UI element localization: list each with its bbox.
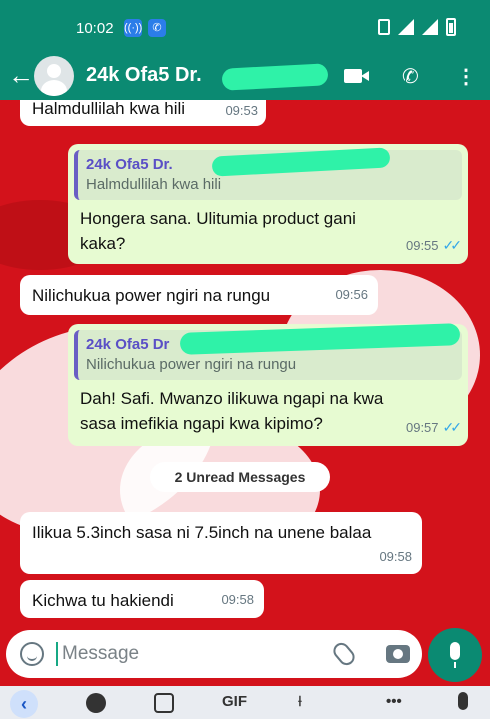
gif-button[interactable]: GIF [222, 693, 247, 710]
attach-icon[interactable] [330, 639, 358, 669]
quote-text: Halmdullilah kwa hili [86, 176, 222, 193]
message-meta: 09:57 ✓✓ [405, 415, 463, 440]
keyboard-toolbar: ‹ GIF ⟊ ••• [0, 686, 490, 719]
message-input[interactable]: Message [6, 630, 422, 678]
battery-icon [446, 18, 456, 36]
message-text: Nilichukua power ngiri na rungu [32, 286, 271, 305]
redaction-mark [221, 63, 329, 91]
message-time: 09:57 [405, 420, 439, 435]
message-text: Dah! Safi. Mwanzo ilikuwa ngapi na kwa s… [80, 389, 384, 433]
status-icons [378, 18, 456, 36]
read-ticks-icon: ✓✓ [442, 237, 463, 253]
emoji-icon[interactable] [20, 642, 44, 666]
phone-icon[interactable]: ✆ [402, 64, 419, 89]
message-placeholder[interactable]: Message [62, 643, 139, 665]
message-text: Hongera sana. Ulitumia product gani kaka… [80, 209, 356, 253]
message-time: 09:58 [379, 549, 412, 564]
camera-icon[interactable] [386, 645, 410, 663]
message-meta: 09:55 ✓✓ [405, 233, 463, 258]
call-icon: ✆ [148, 19, 166, 37]
status-bar: 10:02 ((·)) ✆ [0, 0, 490, 54]
sticker-icon[interactable] [154, 693, 174, 713]
message-time: 09:55 [405, 238, 439, 253]
video-call-icon[interactable] [344, 69, 369, 83]
message-text: Ilikua 5.3inch sasa ni 7.5inch na unene … [32, 523, 372, 542]
palette-icon[interactable] [86, 693, 106, 713]
message-incoming[interactable]: Ilikua 5.3inch sasa ni 7.5inch na unene … [20, 512, 422, 574]
more-keyboard-icon[interactable]: ••• [386, 693, 402, 710]
message-incoming[interactable]: Halmdullilah kwa hili 09:53 [20, 100, 266, 126]
message-text: Halmdullilah kwa hili [32, 100, 186, 118]
quote-text: Nilichukua power ngiri na rungu [86, 356, 297, 373]
message-incoming[interactable]: Kichwa tu hakiendi 09:58 [20, 580, 264, 618]
message-time: 09:53 [225, 103, 258, 118]
keyboard-mic-icon[interactable] [458, 692, 468, 710]
status-time: 10:02 [76, 20, 114, 37]
text-cursor-icon[interactable]: ⟊ [298, 693, 302, 710]
unread-divider: 2 Unread Messages [150, 462, 330, 492]
signal-4g-icon [422, 19, 438, 35]
chat-header: ← 24k Ofa5 Dr. ✆ ⋮ [0, 54, 490, 100]
keyboard-back-icon[interactable]: ‹ [10, 690, 38, 718]
message-incoming[interactable]: Nilichukua power ngiri na rungu 09:56 [20, 275, 378, 315]
more-options-icon[interactable]: ⋮ [456, 64, 476, 89]
avatar[interactable] [34, 56, 74, 96]
back-arrow-icon[interactable]: ← [8, 60, 34, 90]
message-time: 09:58 [221, 592, 254, 607]
input-bar: Message [0, 622, 490, 686]
contact-name[interactable]: 24k Ofa5 Dr. [86, 64, 202, 87]
vibrate-icon [378, 19, 390, 35]
chat-area[interactable]: Halmdullilah kwa hili 09:53 24k Ofa5 Dr.… [0, 100, 490, 622]
signal-icon [398, 19, 414, 35]
mic-button[interactable] [428, 628, 482, 682]
read-ticks-icon: ✓✓ [442, 419, 463, 435]
hotspot-icon: ((·)) [124, 19, 142, 37]
message-text: Kichwa tu hakiendi [32, 591, 174, 610]
text-caret [56, 642, 58, 666]
message-time: 09:56 [335, 287, 368, 302]
